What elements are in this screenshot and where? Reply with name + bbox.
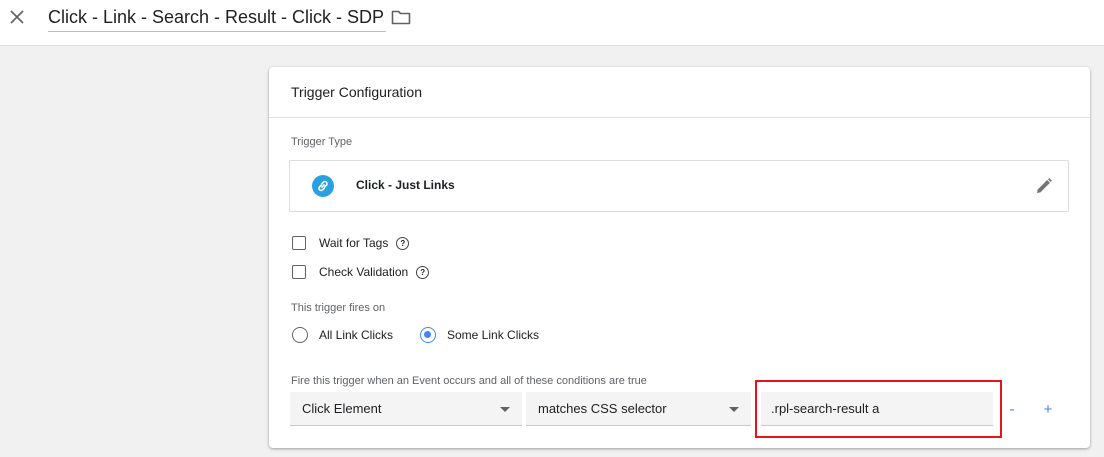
folder-button[interactable] xyxy=(390,7,412,27)
chevron-down-icon xyxy=(729,407,739,412)
check-validation-label: Check Validation xyxy=(319,265,409,279)
link-icon xyxy=(312,175,334,197)
condition-label: Fire this trigger when an Event occurs a… xyxy=(291,375,647,387)
variable-select-value: Click Element xyxy=(302,401,382,416)
all-link-clicks-option[interactable]: All Link Clicks xyxy=(292,325,393,345)
close-icon xyxy=(10,10,24,24)
check-validation-option: Check Validation ? xyxy=(292,263,430,281)
wait-for-tags-checkbox[interactable] xyxy=(292,236,306,250)
help-icon[interactable]: ? xyxy=(416,265,430,279)
operator-select-value: matches CSS selector xyxy=(538,401,667,416)
fires-on-label: This trigger fires on xyxy=(291,302,386,314)
wait-for-tags-option: Wait for Tags ? xyxy=(292,234,410,252)
trigger-type-selector[interactable]: Click - Just Links xyxy=(289,160,1069,212)
trigger-type-name: Click - Just Links xyxy=(356,178,455,192)
condition-value-input[interactable] xyxy=(761,392,993,426)
close-button[interactable] xyxy=(6,6,28,28)
wait-for-tags-label: Wait for Tags xyxy=(319,236,389,250)
some-link-clicks-option[interactable]: Some Link Clicks xyxy=(420,325,539,345)
folder-icon xyxy=(391,10,411,25)
pencil-icon xyxy=(1037,178,1052,193)
help-icon[interactable]: ? xyxy=(396,236,410,250)
trigger-type-label: Trigger Type xyxy=(291,136,353,148)
remove-condition-button[interactable]: - xyxy=(1003,399,1021,419)
add-condition-button[interactable]: + xyxy=(1039,399,1057,419)
all-link-clicks-label: All Link Clicks xyxy=(319,328,394,342)
chevron-down-icon xyxy=(500,407,510,412)
top-bar: Click - Link - Search - Result - Click -… xyxy=(0,0,1104,46)
all-link-clicks-radio[interactable] xyxy=(292,327,308,343)
variable-select[interactable]: Click Element xyxy=(290,392,522,426)
card-header: Trigger Configuration xyxy=(269,67,1090,118)
trigger-configuration-card: Trigger Configuration Trigger Type Click… xyxy=(269,67,1090,448)
some-link-clicks-radio[interactable] xyxy=(420,327,436,343)
edit-trigger-type-button[interactable] xyxy=(1034,176,1054,196)
some-link-clicks-label: Some Link Clicks xyxy=(447,328,540,342)
trigger-name-title[interactable]: Click - Link - Search - Result - Click -… xyxy=(48,5,387,32)
operator-select[interactable]: matches CSS selector xyxy=(526,392,751,426)
check-validation-checkbox[interactable] xyxy=(292,265,306,279)
